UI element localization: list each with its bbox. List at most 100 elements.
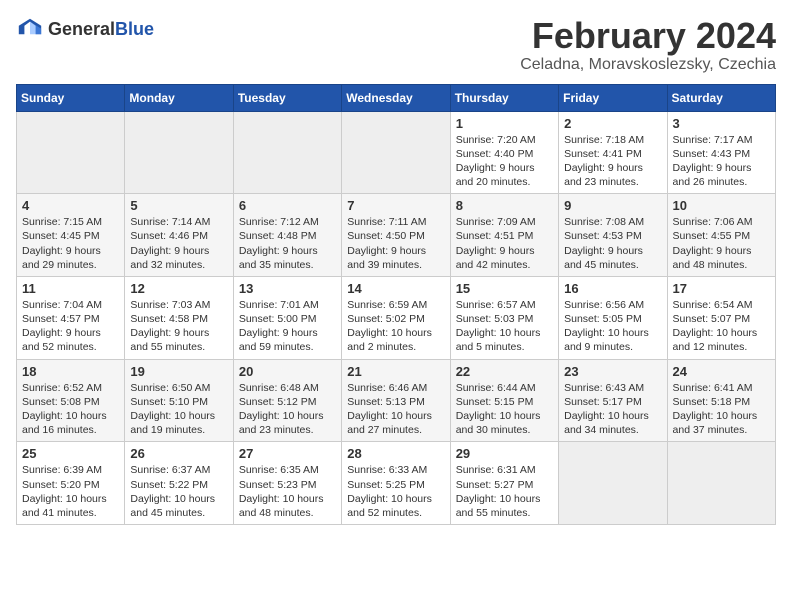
day-detail: Sunrise: 6:57 AM Sunset: 5:03 PM Dayligh…	[456, 298, 553, 355]
day-detail: Sunrise: 7:01 AM Sunset: 5:00 PM Dayligh…	[239, 298, 336, 355]
calendar-cell	[667, 442, 775, 525]
calendar-title: February 2024	[520, 16, 776, 56]
logo: GeneralBlue	[16, 16, 154, 44]
calendar-week-row: 1 Sunrise: 7:20 AM Sunset: 4:40 PM Daylig…	[17, 111, 776, 194]
day-number: 6	[239, 198, 336, 213]
title-section: February 2024 Celadna, Moravskoslezsky, …	[520, 16, 776, 74]
day-number: 24	[673, 364, 770, 379]
calendar-cell: 19 Sunrise: 6:50 AM Sunset: 5:10 PM Dayli…	[125, 359, 233, 442]
weekday-header: Thursday	[450, 84, 558, 111]
calendar-cell: 7 Sunrise: 7:11 AM Sunset: 4:50 PM Daylig…	[342, 194, 450, 277]
day-detail: Sunrise: 7:15 AM Sunset: 4:45 PM Dayligh…	[22, 215, 119, 272]
calendar-cell: 13Sunrise: 7:01 AM Sunset: 5:00 PM Dayli…	[233, 276, 341, 359]
calendar-cell: 27 Sunrise: 6:35 AM Sunset: 5:23 PM Dayli…	[233, 442, 341, 525]
calendar-cell: 26 Sunrise: 6:37 AM Sunset: 5:22 PM Dayli…	[125, 442, 233, 525]
calendar-cell	[559, 442, 667, 525]
day-number: 4	[22, 198, 119, 213]
calendar-cell	[125, 111, 233, 194]
weekday-header: Friday	[559, 84, 667, 111]
logo-icon	[16, 16, 44, 44]
day-detail: Sunrise: 7:11 AM Sunset: 4:50 PM Dayligh…	[347, 215, 444, 272]
calendar-cell: 8 Sunrise: 7:09 AM Sunset: 4:51 PM Daylig…	[450, 194, 558, 277]
calendar-week-row: 4 Sunrise: 7:15 AM Sunset: 4:45 PM Daylig…	[17, 194, 776, 277]
day-detail: Sunrise: 7:18 AM Sunset: 4:41 PM Dayligh…	[564, 133, 661, 190]
day-number: 19	[130, 364, 227, 379]
day-number: 17	[673, 281, 770, 296]
calendar-cell: 1 Sunrise: 7:20 AM Sunset: 4:40 PM Daylig…	[450, 111, 558, 194]
day-detail: Sunrise: 6:56 AM Sunset: 5:05 PM Dayligh…	[564, 298, 661, 355]
day-number: 16	[564, 281, 661, 296]
day-number: 29	[456, 446, 553, 461]
day-number: 10	[673, 198, 770, 213]
day-number: 20	[239, 364, 336, 379]
weekday-header: Wednesday	[342, 84, 450, 111]
calendar-cell: 3 Sunrise: 7:17 AM Sunset: 4:43 PM Daylig…	[667, 111, 775, 194]
calendar-cell: 18Sunrise: 6:52 AM Sunset: 5:08 PM Dayli…	[17, 359, 125, 442]
day-detail: Sunrise: 7:20 AM Sunset: 4:40 PM Dayligh…	[456, 133, 553, 190]
calendar-subtitle: Celadna, Moravskoslezsky, Czechia	[520, 56, 776, 74]
calendar-cell: 11Sunrise: 7:04 AM Sunset: 4:57 PM Dayli…	[17, 276, 125, 359]
day-detail: Sunrise: 6:39 AM Sunset: 5:20 PM Dayligh…	[22, 463, 119, 520]
day-detail: Sunrise: 7:17 AM Sunset: 4:43 PM Dayligh…	[673, 133, 770, 190]
day-detail: Sunrise: 7:14 AM Sunset: 4:46 PM Dayligh…	[130, 215, 227, 272]
calendar-cell: 22 Sunrise: 6:44 AM Sunset: 5:15 PM Dayli…	[450, 359, 558, 442]
day-detail: Sunrise: 6:54 AM Sunset: 5:07 PM Dayligh…	[673, 298, 770, 355]
calendar-week-row: 25Sunrise: 6:39 AM Sunset: 5:20 PM Dayli…	[17, 442, 776, 525]
calendar-cell: 5 Sunrise: 7:14 AM Sunset: 4:46 PM Daylig…	[125, 194, 233, 277]
day-number: 21	[347, 364, 444, 379]
calendar-cell	[17, 111, 125, 194]
day-detail: Sunrise: 7:08 AM Sunset: 4:53 PM Dayligh…	[564, 215, 661, 272]
logo-general-text: General	[48, 19, 115, 39]
day-number: 14	[347, 281, 444, 296]
day-detail: Sunrise: 6:52 AM Sunset: 5:08 PM Dayligh…	[22, 381, 119, 438]
calendar-cell: 15 Sunrise: 6:57 AM Sunset: 5:03 PM Dayli…	[450, 276, 558, 359]
calendar-cell: 10 Sunrise: 7:06 AM Sunset: 4:55 PM Dayli…	[667, 194, 775, 277]
calendar-cell: 25Sunrise: 6:39 AM Sunset: 5:20 PM Dayli…	[17, 442, 125, 525]
day-number: 22	[456, 364, 553, 379]
calendar-cell: 9 Sunrise: 7:08 AM Sunset: 4:53 PM Daylig…	[559, 194, 667, 277]
calendar-cell: 24 Sunrise: 6:41 AM Sunset: 5:18 PM Dayli…	[667, 359, 775, 442]
calendar-cell: 20 Sunrise: 6:48 AM Sunset: 5:12 PM Dayli…	[233, 359, 341, 442]
weekday-header-row: SundayMondayTuesdayWednesdayThursdayFrid…	[17, 84, 776, 111]
day-detail: Sunrise: 7:06 AM Sunset: 4:55 PM Dayligh…	[673, 215, 770, 272]
calendar-cell: 12 Sunrise: 7:03 AM Sunset: 4:58 PM Dayli…	[125, 276, 233, 359]
day-detail: Sunrise: 6:35 AM Sunset: 5:23 PM Dayligh…	[239, 463, 336, 520]
day-detail: Sunrise: 6:41 AM Sunset: 5:18 PM Dayligh…	[673, 381, 770, 438]
weekday-header: Tuesday	[233, 84, 341, 111]
day-number: 11	[22, 281, 119, 296]
day-number: 8	[456, 198, 553, 213]
day-detail: Sunrise: 6:50 AM Sunset: 5:10 PM Dayligh…	[130, 381, 227, 438]
calendar-cell: 29 Sunrise: 6:31 AM Sunset: 5:27 PM Dayli…	[450, 442, 558, 525]
calendar-cell: 21 Sunrise: 6:46 AM Sunset: 5:13 PM Dayli…	[342, 359, 450, 442]
day-number: 23	[564, 364, 661, 379]
weekday-header: Sunday	[17, 84, 125, 111]
day-number: 12	[130, 281, 227, 296]
day-number: 27	[239, 446, 336, 461]
day-number: 3	[673, 116, 770, 131]
day-detail: Sunrise: 7:03 AM Sunset: 4:58 PM Dayligh…	[130, 298, 227, 355]
calendar-cell: 28Sunrise: 6:33 AM Sunset: 5:25 PM Dayli…	[342, 442, 450, 525]
day-number: 5	[130, 198, 227, 213]
day-detail: Sunrise: 6:46 AM Sunset: 5:13 PM Dayligh…	[347, 381, 444, 438]
logo-blue-text: Blue	[115, 19, 154, 39]
day-number: 9	[564, 198, 661, 213]
day-detail: Sunrise: 6:44 AM Sunset: 5:15 PM Dayligh…	[456, 381, 553, 438]
day-detail: Sunrise: 6:37 AM Sunset: 5:22 PM Dayligh…	[130, 463, 227, 520]
day-number: 26	[130, 446, 227, 461]
day-detail: Sunrise: 7:09 AM Sunset: 4:51 PM Dayligh…	[456, 215, 553, 272]
page-header: GeneralBlue February 2024 Celadna, Morav…	[16, 16, 776, 74]
day-detail: Sunrise: 6:31 AM Sunset: 5:27 PM Dayligh…	[456, 463, 553, 520]
weekday-header: Saturday	[667, 84, 775, 111]
day-number: 2	[564, 116, 661, 131]
day-number: 1	[456, 116, 553, 131]
calendar-table: SundayMondayTuesdayWednesdayThursdayFrid…	[16, 84, 776, 525]
day-number: 15	[456, 281, 553, 296]
calendar-week-row: 11Sunrise: 7:04 AM Sunset: 4:57 PM Dayli…	[17, 276, 776, 359]
calendar-cell: 4 Sunrise: 7:15 AM Sunset: 4:45 PM Daylig…	[17, 194, 125, 277]
calendar-cell	[233, 111, 341, 194]
day-number: 7	[347, 198, 444, 213]
day-number: 28	[347, 446, 444, 461]
day-detail: Sunrise: 6:48 AM Sunset: 5:12 PM Dayligh…	[239, 381, 336, 438]
calendar-cell: 16 Sunrise: 6:56 AM Sunset: 5:05 PM Dayli…	[559, 276, 667, 359]
calendar-cell: 14Sunrise: 6:59 AM Sunset: 5:02 PM Dayli…	[342, 276, 450, 359]
